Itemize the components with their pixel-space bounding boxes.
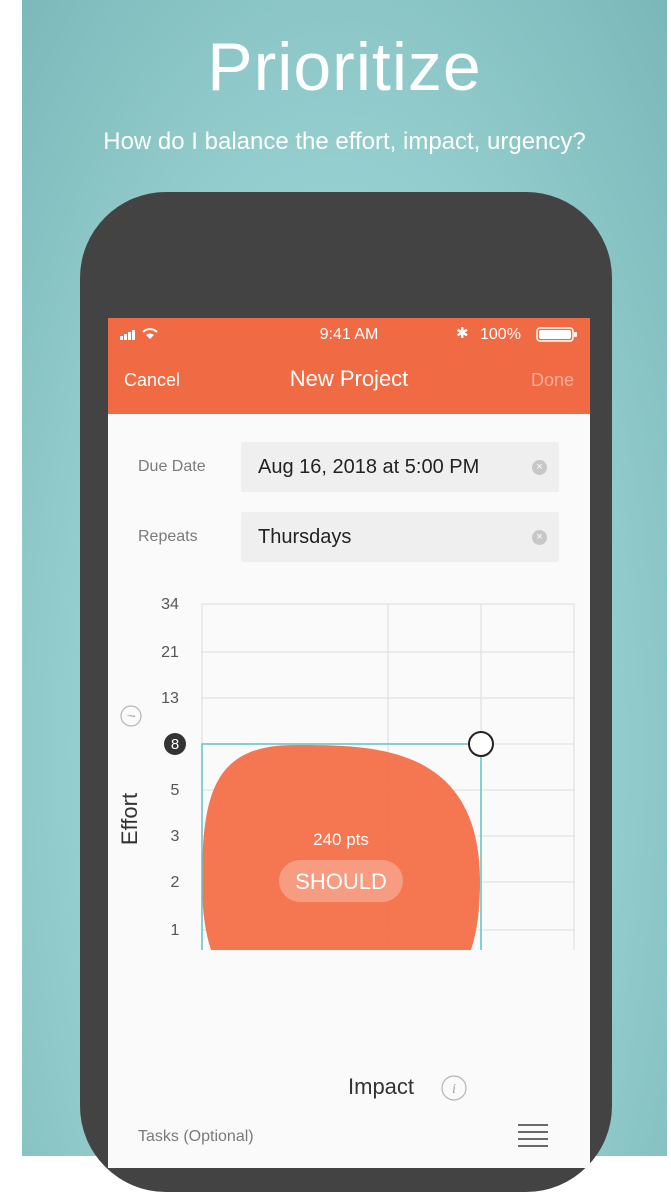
- svg-text:i: i: [124, 714, 138, 717]
- due-date-label: Due Date: [138, 458, 206, 475]
- svg-text:i: i: [452, 1082, 456, 1097]
- left-margin: [0, 0, 22, 1156]
- y-tick-34: 34: [161, 596, 179, 613]
- bluetooth-icon: ✱: [456, 325, 469, 342]
- right-margin: [667, 0, 671, 1156]
- promo-subheadline: How do I balance the effort, impact, urg…: [103, 128, 586, 155]
- battery-percent: 100%: [480, 326, 521, 343]
- repeats-value: Thursdays: [258, 526, 352, 548]
- due-date-value: Aug 16, 2018 at 5:00 PM: [258, 456, 480, 478]
- status-bar: 9:41 AM ✱ 100%: [108, 318, 590, 350]
- due-date-field[interactable]: Aug 16, 2018 at 5:00 PM ×: [241, 442, 559, 492]
- effort-info-icon[interactable]: i: [119, 704, 143, 728]
- done-button[interactable]: Done: [531, 370, 574, 391]
- clear-repeats-icon[interactable]: ×: [532, 530, 547, 545]
- list-icon[interactable]: [518, 1124, 548, 1147]
- drag-handle[interactable]: [468, 731, 494, 757]
- y-tick-2: 2: [171, 874, 180, 891]
- repeats-label: Repeats: [138, 528, 198, 545]
- category-label: SHOULD: [295, 869, 387, 894]
- battery-icon: [536, 327, 577, 342]
- clear-due-date-icon[interactable]: ×: [532, 460, 547, 475]
- y-axis-label: Effort: [117, 793, 142, 845]
- y-tick-21: 21: [161, 644, 179, 661]
- nav-title: New Project: [289, 366, 409, 391]
- y-axis-ticks: 34 21 13 8 5 3 2 1: [161, 596, 186, 939]
- effort-impact-chart[interactable]: 240 pts SHOULD 34 21 13 8 5 3 2 1 1 2 3: [108, 590, 590, 950]
- y-tick-3: 3: [171, 828, 180, 845]
- y-tick-13: 13: [161, 690, 179, 707]
- app-screen: 9:41 AM ✱ 100% Cancel New Project Done D…: [108, 318, 590, 1168]
- x-axis-label: Impact: [348, 1074, 415, 1099]
- y-tick-8: 8: [171, 736, 179, 753]
- impact-info-icon[interactable]: i: [440, 1074, 468, 1102]
- repeats-field[interactable]: Thursdays ×: [241, 512, 559, 562]
- points-label: 240 pts: [313, 830, 369, 849]
- project-form: Due Date Aug 16, 2018 at 5:00 PM × Repea…: [108, 414, 590, 1168]
- y-axis-title-area: Effort: [117, 793, 142, 845]
- y-tick-1: 1: [171, 922, 180, 939]
- y-tick-5: 5: [171, 782, 180, 799]
- tasks-label: Tasks (Optional): [138, 1128, 254, 1145]
- nav-bar: Cancel New Project Done: [108, 350, 590, 414]
- promo-headline: Prioritize: [207, 29, 482, 105]
